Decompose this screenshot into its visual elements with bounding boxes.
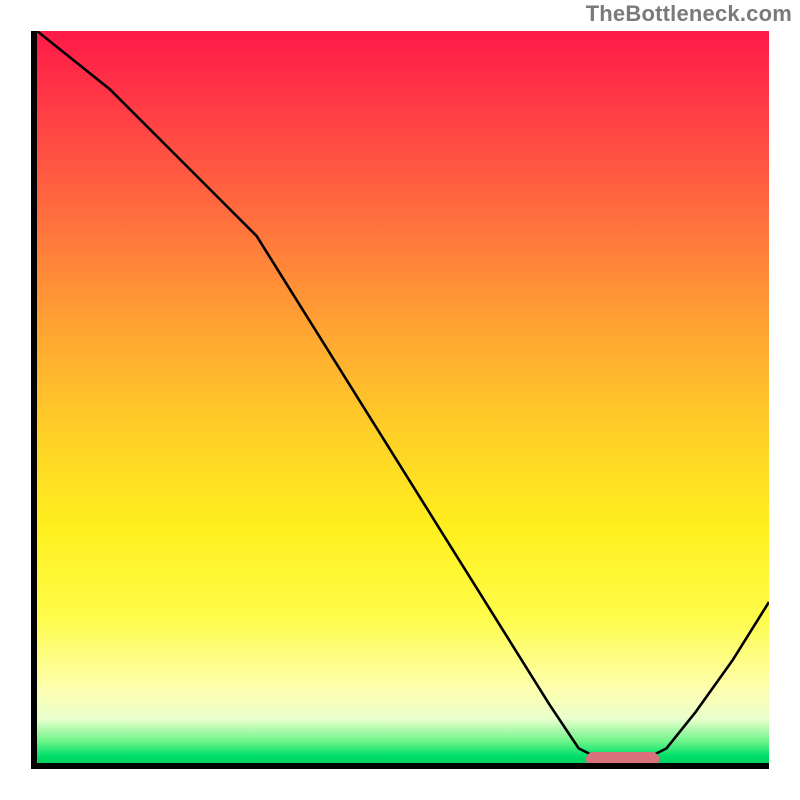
bottleneck-curve [37,31,769,763]
chart-container: TheBottleneck.com [0,0,800,800]
optimal-marker [586,752,659,763]
curve-layer [37,31,769,763]
plot-area [31,31,769,769]
watermark-text: TheBottleneck.com [586,1,792,27]
